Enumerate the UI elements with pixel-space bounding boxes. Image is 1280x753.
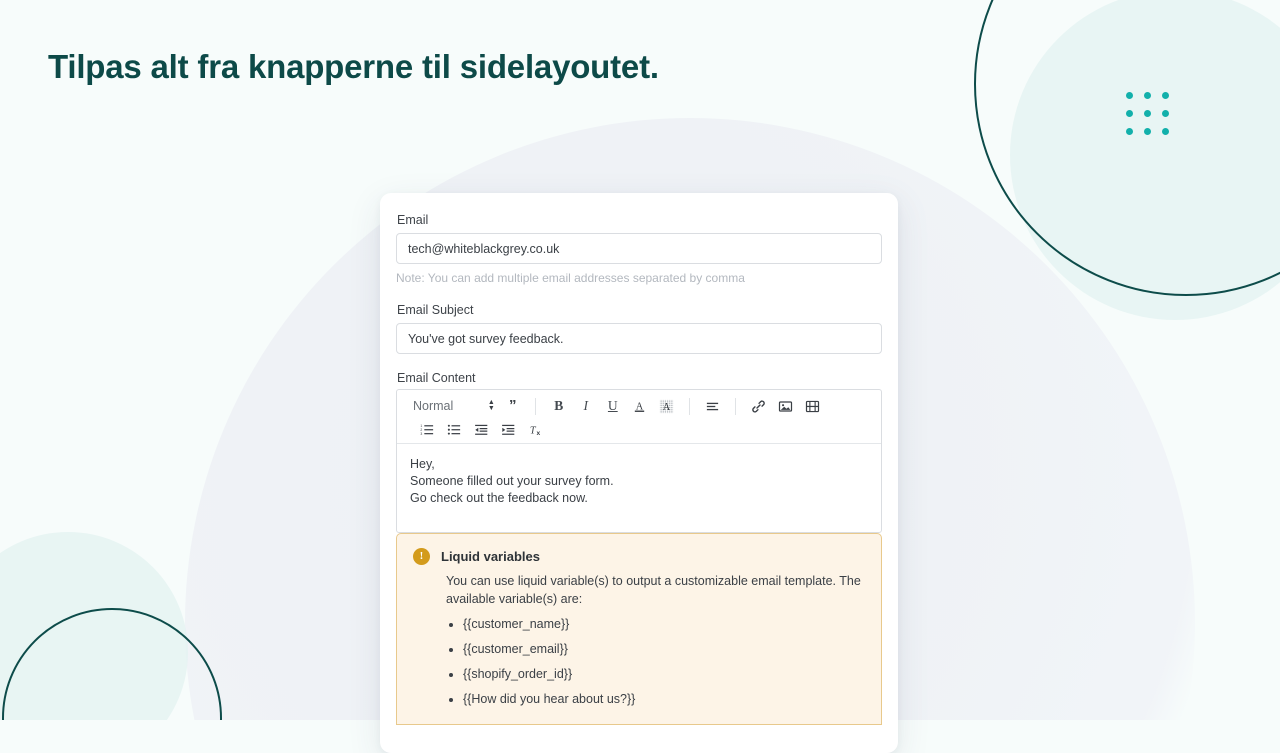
- list-item: {{customer_email}}: [446, 642, 865, 656]
- page-title: Tilpas alt fra knapperne til sidelayoute…: [48, 48, 659, 85]
- format-stepper-icon[interactable]: ▲ ▼: [483, 396, 499, 416]
- banner-description: You can use liquid variable(s) to output…: [446, 574, 861, 606]
- toolbar-divider: [689, 397, 691, 415]
- dot-grid-icon: [1126, 92, 1169, 135]
- link-icon[interactable]: [748, 396, 769, 417]
- liquid-variable-list: {{customer_name}} {{customer_email}} {{s…: [446, 617, 865, 706]
- align-icon[interactable]: [702, 396, 723, 417]
- email-subject-input[interactable]: [396, 323, 882, 354]
- outdent-icon[interactable]: [471, 419, 492, 440]
- toolbar-divider: [735, 397, 737, 415]
- underline-icon[interactable]: U: [602, 396, 623, 417]
- format-select-label: Normal: [413, 399, 454, 413]
- editor-toolbar-row-2: 1 2 3 T x: [403, 418, 875, 440]
- email-content-label: Email Content: [397, 371, 476, 385]
- liquid-variables-banner: ! Liquid variables You can use liquid va…: [396, 533, 882, 725]
- indent-icon[interactable]: [498, 419, 519, 440]
- clear-format-icon[interactable]: T x: [525, 419, 546, 440]
- email-subject-label: Email Subject: [397, 303, 474, 317]
- email-input[interactable]: [396, 233, 882, 264]
- video-icon[interactable]: [802, 396, 823, 417]
- toolbar-divider: [535, 397, 537, 415]
- banner-title: Liquid variables: [441, 549, 540, 564]
- email-note: Note: You can add multiple email address…: [396, 271, 745, 285]
- bold-icon[interactable]: B: [548, 396, 569, 417]
- format-select[interactable]: Normal: [403, 399, 457, 413]
- ordered-list-icon[interactable]: 1 2 3: [417, 419, 438, 440]
- banner-header: ! Liquid variables: [413, 548, 865, 565]
- rich-text-editor: Normal ▲ ▼ ” B I U A A 1 2 3 T x Hey, So…: [396, 389, 882, 533]
- exclamation-icon: !: [413, 548, 430, 565]
- list-item: {{How did you hear about us?}}: [446, 692, 865, 706]
- svg-text:3: 3: [420, 431, 422, 435]
- text-color-icon[interactable]: A: [629, 396, 650, 417]
- list-item: {{customer_name}}: [446, 617, 865, 631]
- email-field-label: Email: [397, 213, 429, 227]
- highlight-color-icon[interactable]: A: [656, 396, 677, 417]
- email-content-body[interactable]: Hey, Someone filled out your survey form…: [397, 444, 881, 532]
- editor-toolbar-row-1: Normal ▲ ▼ ” B I U A A: [403, 394, 875, 418]
- editor-toolbar: Normal ▲ ▼ ” B I U A A 1 2 3 T x: [397, 390, 881, 444]
- svg-text:x: x: [536, 429, 540, 436]
- list-item: {{shopify_order_id}}: [446, 667, 865, 681]
- image-icon[interactable]: [775, 396, 796, 417]
- svg-text:A: A: [663, 401, 671, 412]
- content-line: Someone filled out your survey form.: [410, 474, 614, 488]
- bullet-list-icon[interactable]: [444, 419, 465, 440]
- content-line: Go check out the feedback now.: [410, 491, 588, 505]
- italic-icon[interactable]: I: [575, 396, 596, 417]
- content-line: Hey,: [410, 457, 435, 471]
- blockquote-icon[interactable]: ”: [502, 396, 523, 417]
